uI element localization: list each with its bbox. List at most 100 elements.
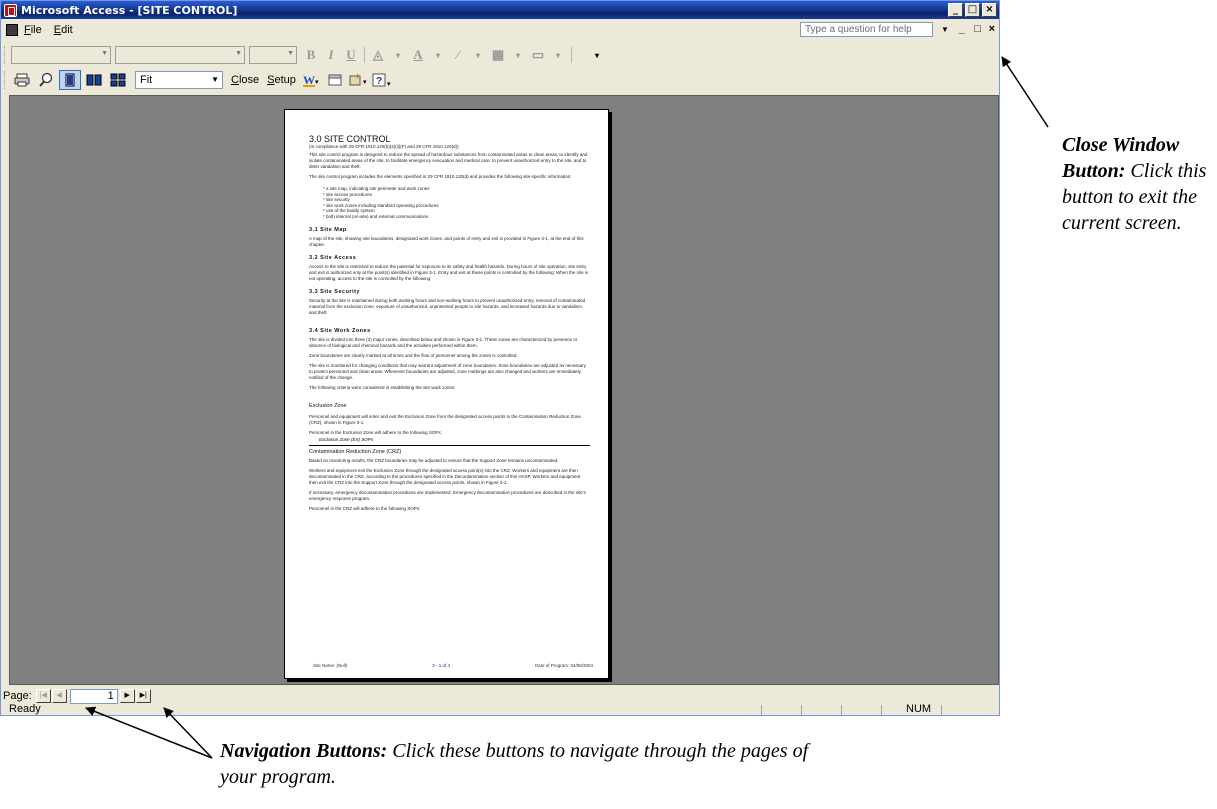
new-object-icon[interactable]: ▾: [348, 70, 370, 90]
menu-bar: File Edit Type a question for help ▼ _ □…: [1, 19, 999, 41]
svg-text:▾: ▾: [315, 79, 319, 86]
subsection-heading: Exclusion Zone: [309, 402, 347, 409]
toolbar-separator: [364, 47, 365, 63]
report-footer: Site Name: (Null) 3 - 1 of 4 Date of Pro…: [313, 663, 593, 668]
report-paragraph: If necessary, emergency decontamination …: [309, 489, 586, 501]
font-size-combo[interactable]: ▼: [249, 46, 297, 64]
menu-edit[interactable]: Edit: [54, 24, 73, 36]
help-question-input[interactable]: Type a question for help: [800, 22, 933, 37]
window-minimize-button[interactable]: _: [948, 3, 963, 17]
underline-button[interactable]: U: [341, 47, 361, 63]
status-cell: [941, 705, 942, 715]
database-window-icon[interactable]: [324, 70, 346, 90]
previous-page-button[interactable]: ◀: [51, 689, 67, 703]
title-bar: Microsoft Access - [SITE CONTROL] _ □ ×: [1, 1, 999, 19]
report-paragraph: The site is monitored for changing condi…: [309, 362, 586, 380]
report-paragraph: This site control program is designed to…: [309, 152, 588, 169]
close-arrow: [1001, 56, 1049, 128]
doc-restore-button[interactable]: □: [974, 23, 981, 35]
svg-text:?: ?: [376, 76, 382, 87]
zoom-magnifier-icon[interactable]: [35, 70, 57, 90]
section-heading: 3.3 Site Security: [309, 288, 360, 295]
window-close-button[interactable]: ×: [982, 3, 997, 17]
one-page-icon[interactable]: [59, 70, 81, 90]
access-app-icon: [4, 3, 17, 17]
report-paragraph: The following criteria were considered i…: [309, 384, 456, 390]
dropdown-arrow-icon[interactable]: ▾: [388, 51, 408, 60]
page-label: Page:: [3, 690, 32, 702]
italic-button[interactable]: I: [321, 47, 341, 63]
toolbar-options-icon[interactable]: ▾: [587, 51, 607, 60]
screenshot: Microsoft Access - [SITE CONTROL] _ □ × …: [0, 0, 1217, 809]
status-bar: Ready NUM: [1, 703, 999, 715]
dropdown-arrow-icon[interactable]: ▾: [508, 51, 528, 60]
annotation-title: Navigation Buttons:: [220, 740, 388, 762]
subsection-heading: Contamination Reduction Zone (CRZ): [309, 448, 402, 455]
report-paragraph: A map of the site, showing site boundari…: [309, 235, 584, 247]
first-page-button[interactable]: |◀: [35, 689, 51, 703]
num-lock-indicator: NUM: [906, 703, 932, 715]
status-cell: [881, 705, 882, 715]
bold-button[interactable]: B: [301, 47, 321, 63]
print-icon[interactable]: [11, 70, 33, 90]
section-heading: 3.2 Site Access: [309, 254, 357, 261]
close-button-annotation: Close Window Button: Click this button t…: [1062, 132, 1212, 236]
page-navigation: Page: |◀ ◀ 1 ▶ ▶|: [1, 687, 999, 705]
object-combo[interactable]: ▼: [11, 46, 111, 64]
font-color-icon[interactable]: A: [408, 47, 428, 63]
svg-text:W: W: [303, 73, 315, 87]
font-name-combo[interactable]: ▼: [115, 46, 245, 64]
report-document-icon[interactable]: [6, 24, 18, 36]
toolbar-grip[interactable]: [4, 46, 7, 64]
footer-page-number: 3 - 1 of 4: [432, 663, 450, 668]
report-paragraph: The site is divided into three (3) major…: [309, 336, 578, 348]
page-setup-button[interactable]: Setup: [267, 74, 296, 86]
dropdown-arrow-icon[interactable]: ▾: [428, 51, 448, 60]
help-icon[interactable]: ? ▾: [372, 70, 394, 90]
report-paragraph: Workers and equipment exit the Exclusion…: [309, 467, 581, 485]
report-bullet-list: * a site map, indicating site perimeter …: [323, 186, 590, 220]
office-links-icon[interactable]: W ▾: [300, 70, 322, 90]
zoom-dropdown-arrow-icon[interactable]: ▼: [211, 72, 219, 88]
last-page-button[interactable]: ▶|: [135, 689, 151, 703]
line-color-icon[interactable]: ⁄: [448, 47, 468, 63]
close-window-button[interactable]: ×: [989, 23, 995, 35]
page-number-input[interactable]: 1: [69, 688, 118, 704]
report-subtitle: (In compliance with 29 CFR 1910.120(b)(4…: [309, 144, 459, 149]
toolbar-separator: [571, 47, 572, 63]
report-paragraph: Personnel in the CRZ will adhere to the …: [309, 505, 421, 511]
dropdown-arrow-icon[interactable]: ▾: [548, 51, 568, 60]
print-preview-toolbar: Fit ▼ Close Setup W ▾ ▾ ? ▾: [1, 68, 999, 92]
toolbar-grip[interactable]: [4, 71, 7, 89]
special-effect-icon[interactable]: ▭: [528, 47, 548, 63]
next-page-button[interactable]: ▶: [119, 689, 135, 703]
report-paragraph: Security at the site is maintained durin…: [309, 297, 586, 315]
section-heading: 3.4 Site Work Zones: [309, 327, 371, 334]
report-title: 3.0 SITE CONTROL: [309, 134, 391, 144]
footer-date: Date of Program: 04/06/2004: [534, 663, 593, 668]
doc-minimize-button[interactable]: _: [959, 23, 965, 35]
access-window: Microsoft Access - [SITE CONTROL] _ □ × …: [0, 0, 1000, 716]
border-icon[interactable]: ▦: [488, 47, 508, 63]
report-paragraph: Access to the site is restricted to redu…: [309, 263, 589, 281]
report-paragraph: Personnel and equipment will enter and e…: [309, 413, 581, 425]
formatting-toolbar: ▼ ▼ ▼ B I U ◬ ▾ A ▾ ⁄ ▾ ▦ ▾ ▭ ▾ ▾: [1, 43, 999, 67]
fill-color-icon[interactable]: ◬: [368, 47, 388, 63]
status-text: Ready: [9, 703, 41, 715]
footer-site-name: Site Name: (Null): [313, 663, 348, 668]
zoom-select[interactable]: Fit ▼: [135, 71, 223, 89]
help-dropdown-arrow-icon[interactable]: ▼: [938, 22, 952, 37]
two-pages-icon[interactable]: [83, 70, 105, 90]
multiple-pages-icon[interactable]: [107, 70, 129, 90]
close-preview-button[interactable]: Close: [231, 74, 259, 86]
window-title: Microsoft Access - [SITE CONTROL]: [21, 3, 238, 17]
report-paragraph: Based on monitoring results, the CRZ bou…: [309, 457, 559, 463]
status-cell: [801, 705, 802, 715]
menu-file[interactable]: File: [24, 24, 42, 36]
report-paragraph: Personnel in the Exclusion Zone will adh…: [309, 429, 442, 435]
section-heading: 3.1 Site Map: [309, 226, 347, 233]
report-paragraph: Zone boundaries are clearly marked at al…: [309, 352, 518, 358]
dropdown-arrow-icon[interactable]: ▾: [468, 51, 488, 60]
window-restore-button[interactable]: □: [965, 3, 980, 17]
preview-workspace[interactable]: 3.0 SITE CONTROL (In compliance with 29 …: [9, 95, 999, 685]
